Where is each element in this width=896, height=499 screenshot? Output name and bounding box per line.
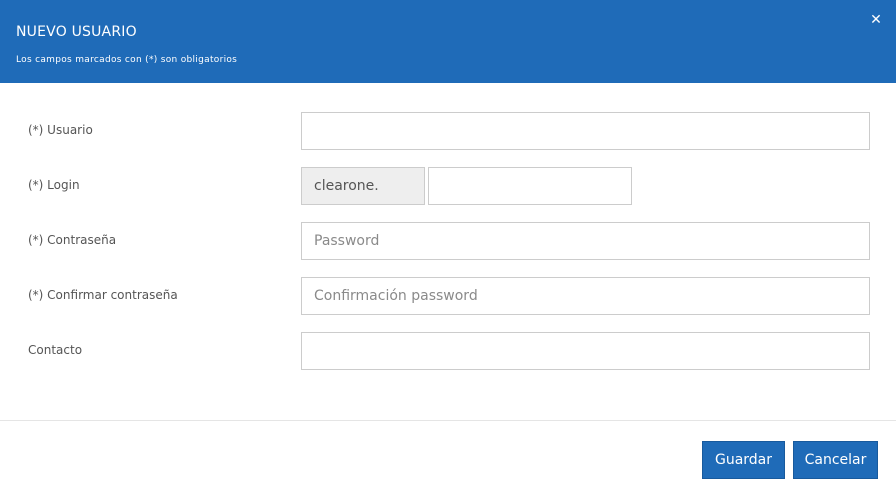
usuario-row: (*) Usuario bbox=[0, 112, 896, 152]
password-input[interactable] bbox=[301, 222, 870, 260]
required-fields-note: Los campos marcados con (*) son obligato… bbox=[16, 55, 238, 65]
confirm-password-label: (*) Confirmar contraseña bbox=[28, 288, 178, 302]
dialog-header: NUEVO USUARIO Los campos marcados con (*… bbox=[0, 0, 896, 83]
contacto-label: Contacto bbox=[28, 343, 83, 357]
dialog-title: NUEVO USUARIO bbox=[16, 24, 137, 40]
save-button[interactable]: Guardar bbox=[702, 441, 785, 479]
login-label: (*) Login bbox=[28, 178, 80, 192]
password-row: (*) Contraseña bbox=[0, 222, 896, 262]
login-domain-prefix: clearone. bbox=[301, 167, 425, 205]
confirm-password-input[interactable] bbox=[301, 277, 870, 315]
new-user-dialog: NUEVO USUARIO Los campos marcados con (*… bbox=[0, 0, 896, 499]
footer-divider bbox=[0, 420, 896, 421]
usuario-input[interactable] bbox=[301, 112, 870, 150]
login-row: (*) Login clearone. bbox=[0, 167, 896, 207]
close-icon[interactable]: ✕ bbox=[868, 12, 884, 28]
cancel-button[interactable]: Cancelar bbox=[793, 441, 878, 479]
contacto-row: Contacto bbox=[0, 332, 896, 372]
confirm-password-row: (*) Confirmar contraseña bbox=[0, 277, 896, 317]
login-input[interactable] bbox=[428, 167, 632, 205]
password-label: (*) Contraseña bbox=[28, 233, 117, 247]
contacto-input[interactable] bbox=[301, 332, 870, 370]
usuario-label: (*) Usuario bbox=[28, 123, 93, 137]
